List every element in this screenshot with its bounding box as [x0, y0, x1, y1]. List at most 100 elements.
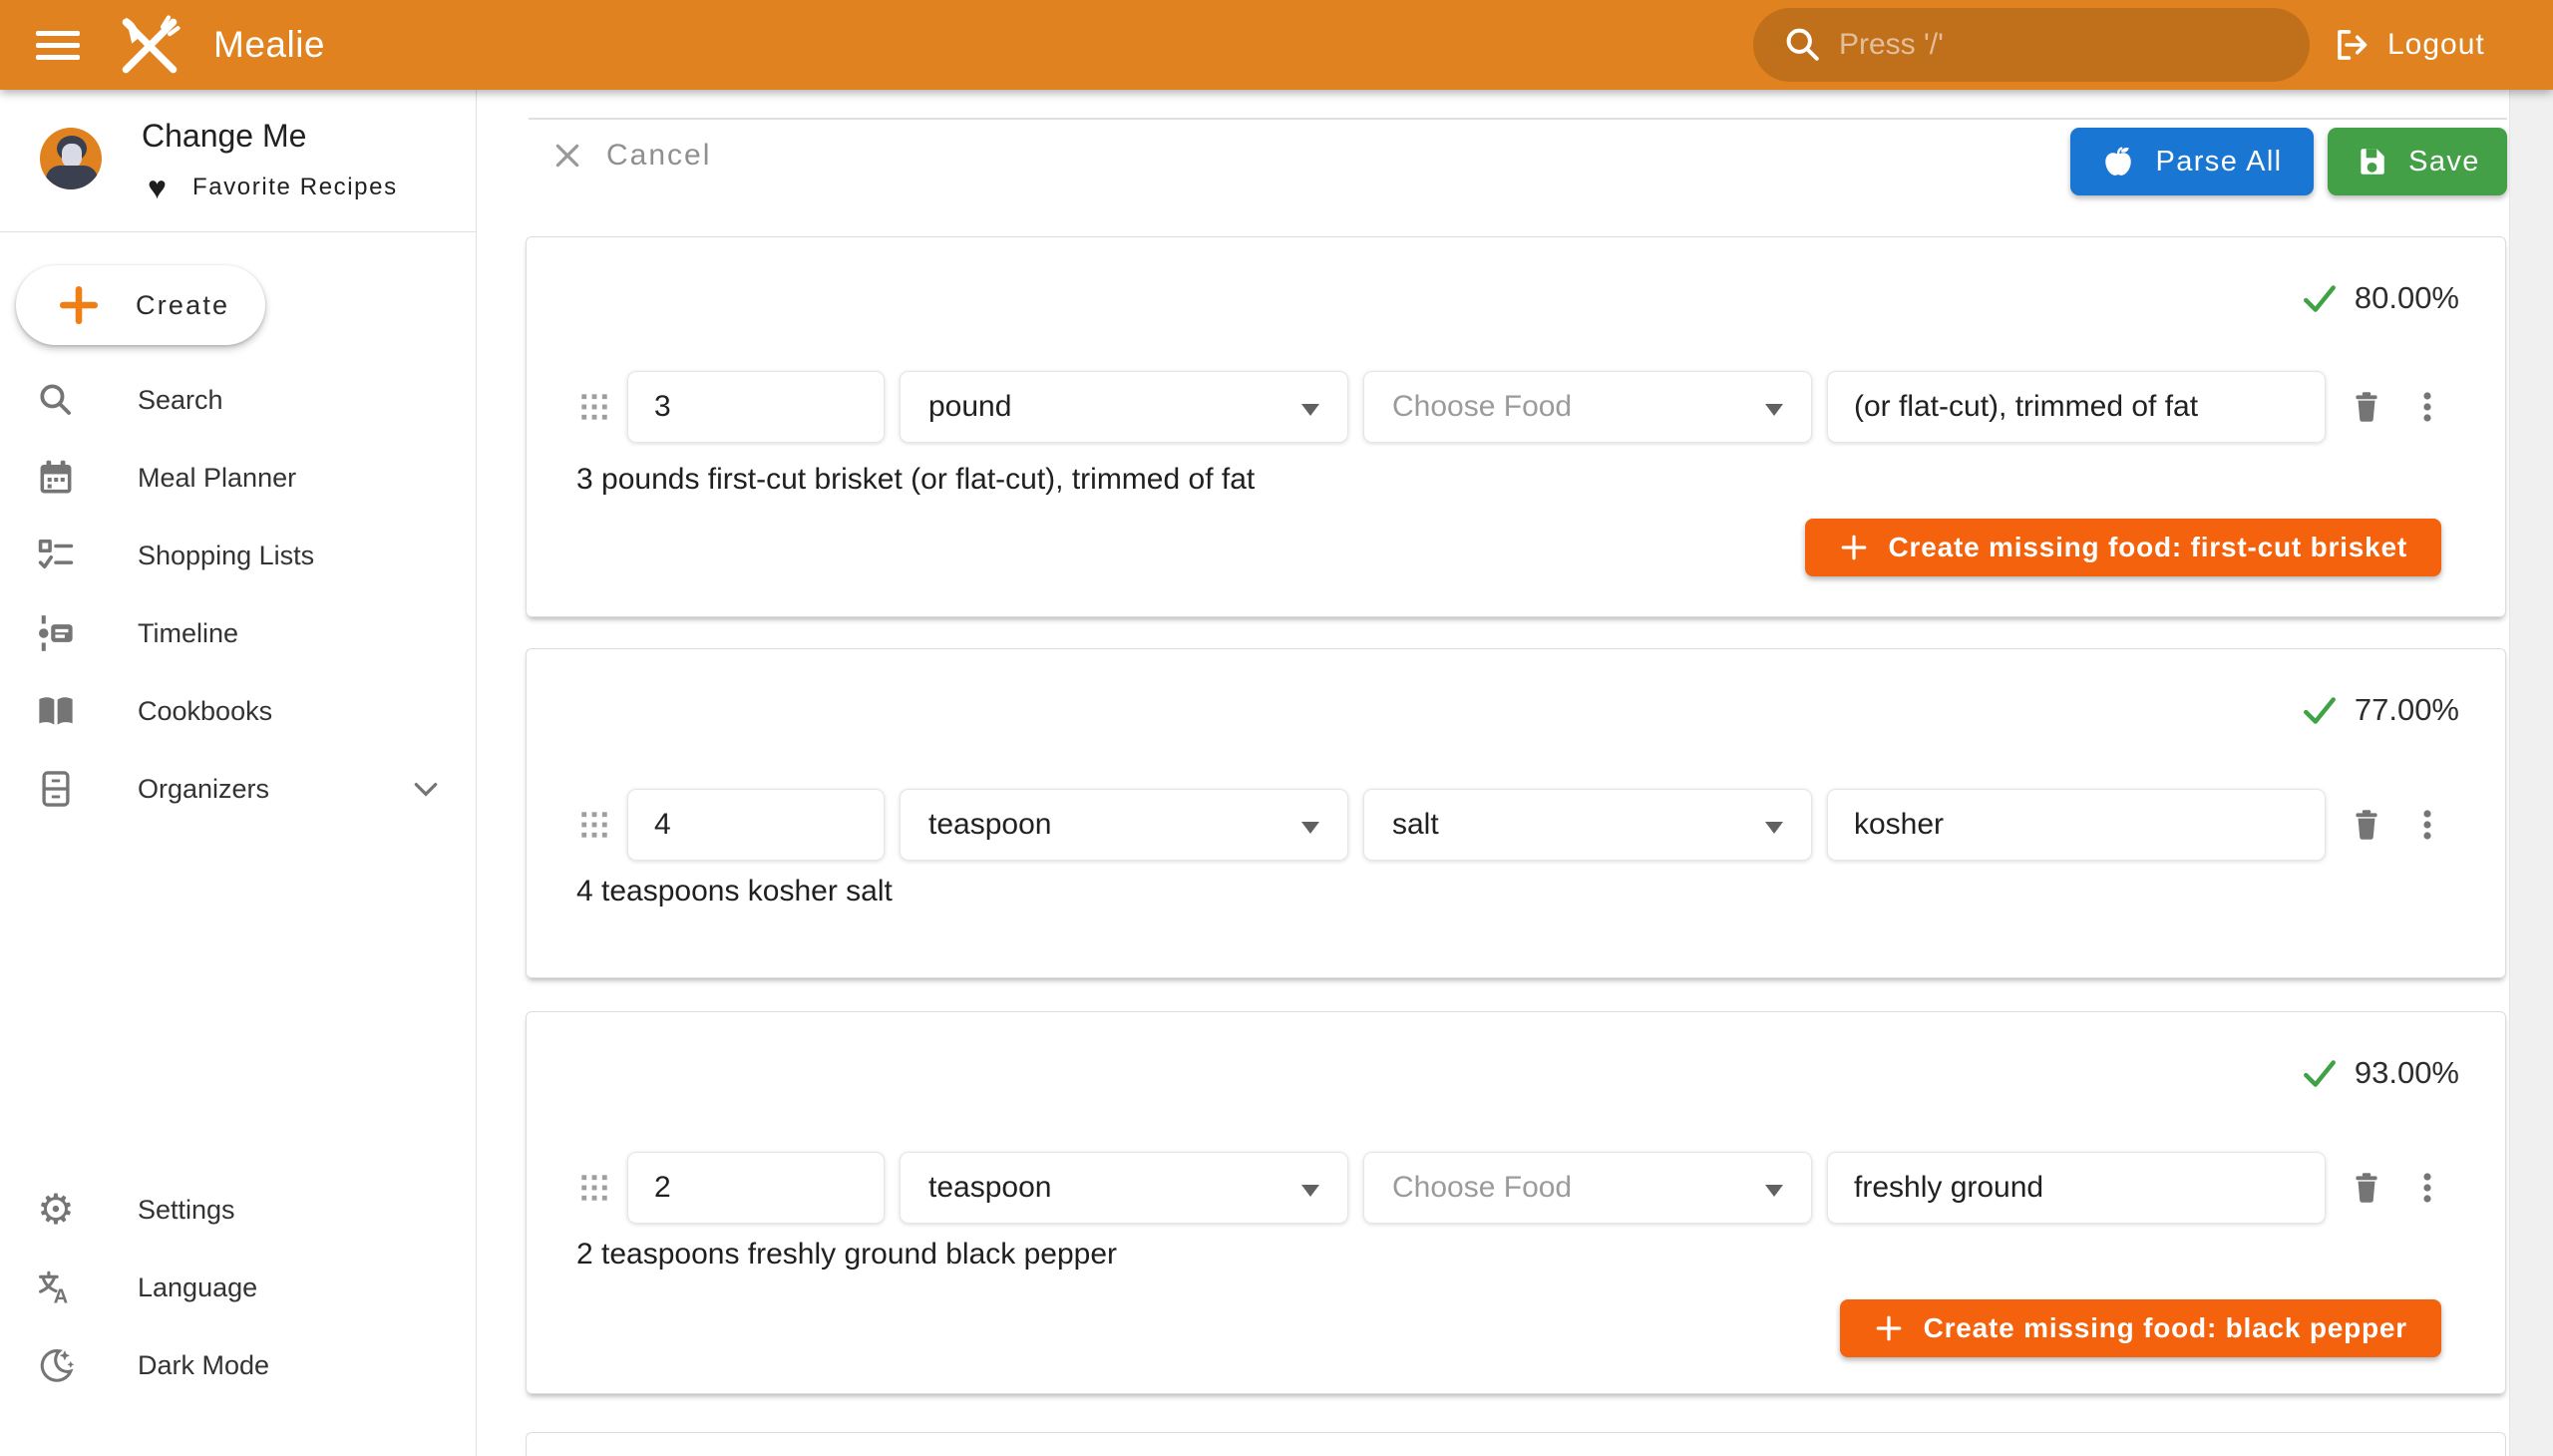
- svg-text:A: A: [54, 1285, 69, 1306]
- note-input[interactable]: [1828, 808, 2325, 842]
- note-field[interactable]: [1827, 1152, 2326, 1224]
- apple-icon: [2101, 145, 2135, 179]
- quantity-input[interactable]: [628, 390, 884, 424]
- confidence-indicator: 93.00%: [2301, 1054, 2459, 1092]
- quantity-field[interactable]: [627, 371, 885, 443]
- create-missing-food-button[interactable]: Create missing food: first-cut brisket: [1805, 519, 2441, 576]
- sidebar-nav: Search Meal Planner Shoppin: [0, 361, 476, 828]
- plus-icon: [1839, 533, 1869, 562]
- delete-button[interactable]: [2341, 797, 2392, 853]
- mealie-logo-icon[interactable]: [112, 8, 187, 89]
- original-ingredient-text: 4 teaspoons kosher salt: [576, 875, 893, 909]
- parse-all-button[interactable]: Parse All: [2070, 128, 2314, 195]
- check-icon: [2301, 691, 2339, 729]
- ingredient-card: 93.00% teaspoon Choose Food 2 teaspoons …: [526, 1011, 2506, 1394]
- drag-handle-icon[interactable]: [576, 810, 612, 840]
- main-content: Cancel Parse All Save 80.00% pound C: [477, 90, 2509, 1456]
- drag-handle-icon[interactable]: [576, 1173, 612, 1203]
- confidence-value: 80.00%: [2355, 280, 2459, 316]
- more-options-button[interactable]: [2407, 1160, 2447, 1216]
- more-options-button[interactable]: [2407, 379, 2447, 435]
- quantity-input[interactable]: [628, 1171, 884, 1205]
- quantity-input[interactable]: [628, 808, 884, 842]
- food-select[interactable]: Choose Food: [1363, 371, 1812, 443]
- delete-button[interactable]: [2341, 379, 2392, 435]
- gear-icon: ⚙: [36, 1189, 76, 1231]
- search-icon: [36, 381, 76, 419]
- create-missing-food-button[interactable]: Create missing food: black pepper: [1840, 1299, 2441, 1357]
- confidence-indicator: 80.00%: [2301, 279, 2459, 317]
- cancel-button[interactable]: Cancel: [537, 128, 727, 183]
- food-select[interactable]: Choose Food: [1363, 1152, 1812, 1224]
- sidebar: Change Me ♥ Favorite Recipes Create Sear…: [0, 90, 477, 1456]
- chevron-down-icon[interactable]: [412, 776, 440, 809]
- kebab-menu-icon: [2419, 1169, 2435, 1207]
- sidebar-item-meal-planner[interactable]: Meal Planner: [0, 439, 476, 517]
- food-select[interactable]: salt: [1363, 789, 1812, 861]
- calendar-icon: [36, 459, 76, 497]
- note-input[interactable]: [1828, 1171, 2325, 1205]
- sidebar-item-cookbooks[interactable]: Cookbooks: [0, 672, 476, 750]
- chevron-down-icon: [1301, 404, 1319, 416]
- save-icon: [2355, 145, 2388, 179]
- favorite-recipes-link[interactable]: ♥ Favorite Recipes: [148, 172, 398, 203]
- more-options-button[interactable]: [2407, 797, 2447, 853]
- sidebar-item-timeline[interactable]: Timeline: [0, 594, 476, 672]
- trash-icon: [2348, 1169, 2385, 1207]
- create-button[interactable]: Create: [16, 265, 265, 345]
- sidebar-item-shopping-lists[interactable]: Shopping Lists: [0, 517, 476, 594]
- content-top-divider: [529, 118, 2507, 120]
- delete-button[interactable]: [2341, 1160, 2392, 1216]
- ingredient-card: 80.00% pound Choose Food 3 pounds first-…: [526, 236, 2506, 617]
- note-field[interactable]: [1827, 371, 2326, 443]
- quantity-field[interactable]: [627, 789, 885, 861]
- chevron-down-icon: [1765, 822, 1783, 834]
- trash-icon: [2348, 806, 2385, 844]
- sidebar-item-dark-mode[interactable]: Dark Mode: [0, 1326, 476, 1404]
- unit-select[interactable]: teaspoon: [900, 1152, 1348, 1224]
- app-bar: Mealie Logout: [0, 0, 2553, 90]
- quantity-field[interactable]: [627, 1152, 885, 1224]
- timeline-icon: [36, 614, 76, 652]
- kebab-menu-icon: [2419, 806, 2435, 844]
- check-icon: [2301, 279, 2339, 317]
- trash-icon: [2348, 388, 2385, 426]
- plus-icon: [58, 284, 100, 326]
- file-cabinet-icon: [36, 770, 76, 808]
- sidebar-footer-nav: ⚙ Settings A Language Dark Mode: [0, 1171, 476, 1404]
- original-ingredient-text: 2 teaspoons freshly ground black pepper: [576, 1238, 1117, 1272]
- kebab-menu-icon: [2419, 388, 2435, 426]
- unit-select[interactable]: pound: [900, 371, 1348, 443]
- save-button[interactable]: Save: [2328, 128, 2507, 195]
- ingredient-card-partial: [526, 1432, 2506, 1456]
- menu-icon[interactable]: [36, 24, 80, 66]
- close-icon: [552, 141, 582, 171]
- confidence-value: 77.00%: [2355, 692, 2459, 728]
- sidebar-item-language[interactable]: A Language: [0, 1249, 476, 1326]
- chevron-down-icon: [1765, 404, 1783, 416]
- user-name: Change Me: [142, 118, 306, 155]
- global-search[interactable]: [1753, 8, 2310, 82]
- translate-icon: A: [36, 1269, 76, 1306]
- original-ingredient-text: 3 pounds first-cut brisket (or flat-cut)…: [576, 463, 1255, 497]
- plus-icon: [1874, 1313, 1904, 1343]
- chevron-down-icon: [1765, 1185, 1783, 1197]
- sidebar-item-settings[interactable]: ⚙ Settings: [0, 1171, 476, 1249]
- note-input[interactable]: [1828, 390, 2325, 424]
- confidence-value: 93.00%: [2355, 1055, 2459, 1091]
- sidebar-item-organizers[interactable]: Organizers: [0, 750, 476, 828]
- logout-button[interactable]: Logout: [2334, 18, 2485, 72]
- note-field[interactable]: [1827, 789, 2326, 861]
- chevron-down-icon: [1301, 822, 1319, 834]
- sidebar-divider: [0, 231, 477, 232]
- chevron-down-icon: [1301, 1185, 1319, 1197]
- search-input[interactable]: [1839, 28, 2258, 62]
- scrollbar-track[interactable]: [2509, 90, 2553, 1456]
- drag-handle-icon[interactable]: [576, 392, 612, 422]
- confidence-indicator: 77.00%: [2301, 691, 2459, 729]
- search-icon: [1783, 25, 1823, 65]
- book-icon: [36, 692, 76, 730]
- avatar[interactable]: [40, 128, 102, 189]
- sidebar-item-search[interactable]: Search: [0, 361, 476, 439]
- unit-select[interactable]: teaspoon: [900, 789, 1348, 861]
